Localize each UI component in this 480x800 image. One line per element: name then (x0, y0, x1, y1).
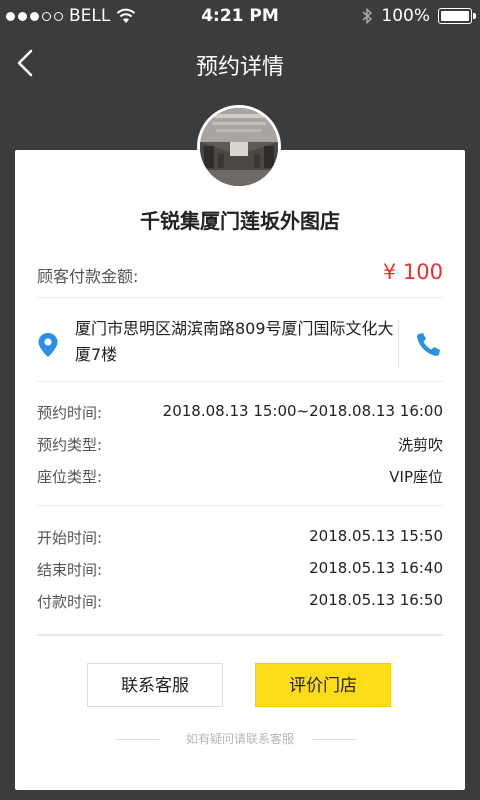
store-name: 千锐集厦门莲坂外图店 (140, 209, 340, 233)
info-label: 开始时间: (37, 529, 103, 547)
divider (37, 634, 443, 636)
info-label: 预约时间: (37, 404, 103, 422)
location-pin-icon (38, 333, 58, 357)
page-title: 预约详情 (195, 55, 284, 80)
payment-label: 顾客付款金额: (37, 267, 139, 286)
info-value: 2018.05.13 16:50 (309, 591, 443, 609)
battery-percent: 100% (381, 6, 430, 26)
status-bar: BELL 4:21 PM 100% (0, 0, 480, 32)
time-row-payment: 付款时间: 2018.05.13 16:50 (37, 587, 443, 619)
info-value: 2018.08.13 15:00~2018.08.13 16:00 (162, 402, 443, 420)
info-value: VIP座位 (389, 468, 443, 486)
phone-icon[interactable] (415, 330, 443, 358)
navigation-bar: 预约详情 (0, 32, 480, 96)
contact-service-button[interactable]: 联系客服 (87, 663, 223, 707)
divider (398, 320, 399, 368)
time-info: 开始时间: 2018.05.13 15:50 结束时间: 2018.05.13 … (37, 523, 443, 619)
booking-row-type: 预约类型: 洗剪吹 (37, 430, 443, 462)
booking-detail-card: 千锐集厦门莲坂外图店 顾客付款金额: ¥ 100 厦门市思明区湖滨南路809号厦… (15, 150, 465, 790)
payment-amount: ¥ 100 (382, 260, 443, 284)
divider (37, 381, 443, 382)
info-label: 座位类型: (37, 468, 103, 486)
booking-row-time: 预约时间: 2018.08.13 15:00~2018.08.13 16:00 (37, 398, 443, 430)
info-label: 预约类型: (37, 436, 103, 454)
store-interior-image (200, 108, 278, 186)
store-photo (197, 105, 281, 189)
payment-row: 顾客付款金额: ¥ 100 (37, 260, 443, 290)
info-value: 洗剪吹 (397, 436, 443, 454)
info-value: 2018.05.13 16:40 (309, 559, 443, 577)
review-store-button[interactable]: 评价门店 (255, 663, 391, 707)
booking-info: 预约时间: 2018.08.13 15:00~2018.08.13 16:00 … (37, 398, 443, 494)
address-row: 厦门市思明区湖滨南路809号厦门国际文化大厦7楼 (37, 312, 443, 382)
time-row-start: 开始时间: 2018.05.13 15:50 (37, 523, 443, 555)
divider (37, 505, 443, 506)
battery-icon (438, 8, 476, 24)
booking-row-seat: 座位类型: VIP座位 (37, 462, 443, 494)
help-text: 如有疑问请联系客服 (185, 732, 294, 746)
info-label: 结束时间: (37, 561, 103, 579)
divider (37, 297, 443, 298)
info-value: 2018.05.13 15:50 (309, 527, 443, 545)
bluetooth-icon (362, 7, 373, 25)
info-label: 付款时间: (37, 593, 103, 611)
store-address: 厦门市思明区湖滨南路809号厦门国际文化大厦7楼 (75, 319, 394, 364)
time-row-end: 结束时间: 2018.05.13 16:40 (37, 555, 443, 587)
